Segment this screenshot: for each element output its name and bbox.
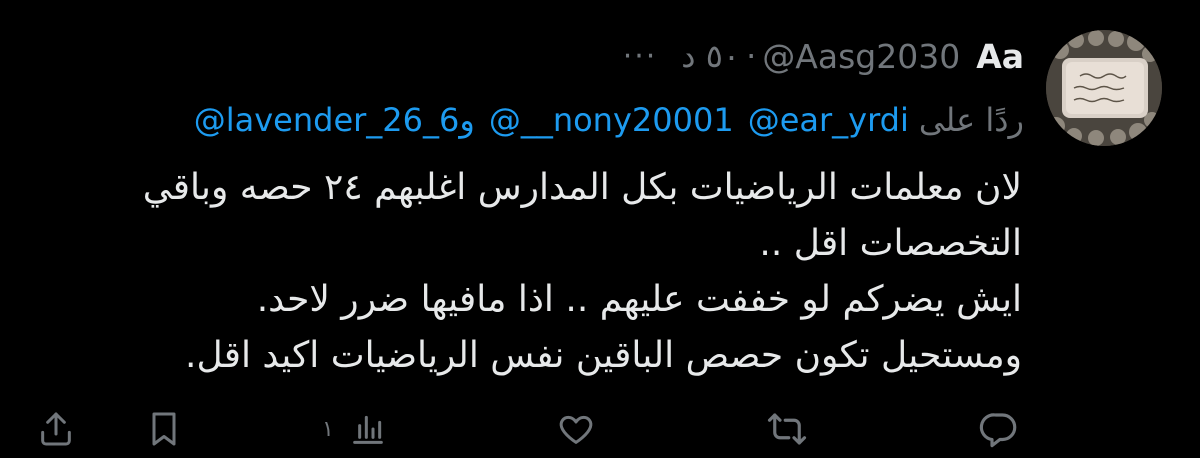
bookmark-button[interactable] [144,404,184,454]
bookmark-icon [152,412,176,446]
tweet-text-line: لان معلمات الرياضيات بكل المدارس اغلبهم … [142,167,1022,208]
mention-conjunction: و [459,101,475,139]
views-button[interactable]: ١ [322,404,388,454]
tweet-text: لان معلمات الرياضيات بكل المدارس اغلبهم … [32,160,1022,384]
like-button[interactable] [556,404,596,454]
tweet-time[interactable]: ٥٠ د [681,37,740,75]
more-options-icon[interactable]: ··· [623,39,658,74]
tweet[interactable]: ··· ٥٠ د · @Aasg2030 Aa @lavender_26_6 و… [0,0,1200,458]
reply-context: @lavender_26_6 و @__nony20001 @ear_yrdi … [194,94,1024,146]
mention-link[interactable]: @__nony20001 [489,101,734,139]
like-icon [559,415,593,444]
avatar[interactable] [1046,30,1162,146]
reply-button[interactable] [978,404,1020,454]
retweet-icon [767,413,807,445]
retweet-button[interactable] [766,404,808,454]
mention-link[interactable]: @ear_yrdi [748,101,909,139]
action-bar: ١ [0,404,1200,454]
share-icon [41,412,71,446]
tweet-text-line: التخصصات اقل .. [759,223,1022,264]
tweet-text-line: ايش يضركم لو خففت عليهم .. اذا مافيها ضر… [256,279,1022,320]
author-handle[interactable]: @Aasg2030 [762,37,960,76]
replying-to-label: ردًا على [918,101,1024,139]
reply-icon [979,413,1017,448]
share-button[interactable] [36,404,76,454]
tweet-header: ··· ٥٠ د · @Aasg2030 Aa [623,28,1024,84]
author-display-name[interactable]: Aa [976,37,1024,76]
views-count: ١ [322,416,334,442]
mention-link[interactable]: @lavender_26_6 [194,101,460,139]
separator-dot: · [746,37,757,75]
views-icon [352,415,383,444]
tweet-text-line: ومستحيل تكون حصص الباقين نفس الرياضيات ا… [185,335,1022,376]
